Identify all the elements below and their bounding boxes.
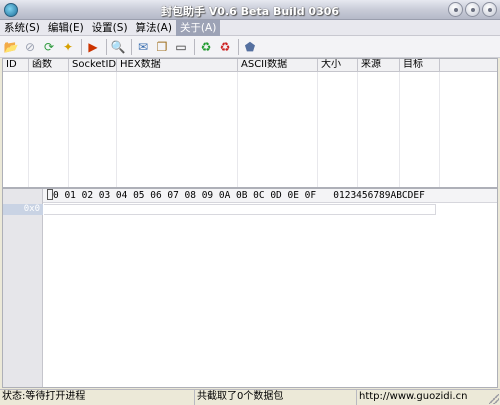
menu-edit[interactable]: 编辑(E) [44, 20, 88, 36]
column-source[interactable]: 来源 [358, 59, 400, 71]
window-controls [448, 2, 497, 17]
grid-column-line [318, 72, 358, 187]
status-url-link[interactable]: http://www.guozidi.cn [357, 390, 500, 405]
hex-ascii-columns: 0123456789ABCDEF [333, 190, 425, 201]
minimize-button[interactable] [448, 2, 463, 17]
grid-column-line [69, 72, 117, 187]
hex-offset-gutter [3, 189, 43, 387]
column-ascii-data[interactable]: ASCII数据 [238, 59, 318, 71]
shield-icon[interactable]: ⬟ [242, 39, 258, 55]
hex-byte-columns: 0 01 02 03 04 05 06 07 08 09 0A 0B 0C 0D… [53, 190, 317, 201]
toolbar-separator [131, 38, 132, 55]
open-process-icon[interactable]: 📂 [3, 39, 19, 55]
resize-grip[interactable] [489, 394, 499, 404]
recycle-red-icon[interactable]: ♻ [217, 39, 233, 55]
grid-column-line [358, 72, 400, 187]
grid-column-line [117, 72, 238, 187]
window-icon[interactable]: ▭ [173, 39, 189, 55]
hex-column-header: 0 01 02 03 04 05 06 07 08 09 0A 0B 0C 0D… [43, 189, 497, 203]
recycle-green-icon[interactable]: ♻ [198, 39, 214, 55]
column-hex-data[interactable]: HEX数据 [117, 59, 238, 71]
grid-column-line [3, 72, 29, 187]
hex-offset-label: 0x0 [3, 204, 43, 215]
column-socket-id[interactable]: SocketID [69, 59, 117, 71]
packet-list-body [3, 72, 497, 187]
toolbar: 📂 ⊘ ⟳ ✦ ▶ 🔍 ✉ ❐ ▭ ♻ ♻ ⬟ [0, 36, 500, 58]
close-button[interactable] [482, 2, 497, 17]
packet-list-header: ID 函数 SocketID HEX数据 ASCII数据 大小 来源 目标 [3, 59, 497, 72]
status-state: 状态:等待打开进程 [0, 390, 195, 405]
menu-about[interactable]: 关于(A) [175, 20, 221, 36]
menu-bar: 系统(S) 编辑(E) 设置(S) 算法(A) 关于(A) [0, 20, 500, 36]
column-filler [440, 59, 497, 71]
send-icon[interactable]: ✉ [135, 39, 151, 55]
hex-data-row[interactable] [44, 204, 436, 215]
toolbar-separator [194, 38, 195, 55]
stop-icon[interactable]: ⊘ [22, 39, 38, 55]
toolbar-separator [106, 38, 107, 55]
magnifier-icon[interactable]: 🔍 [110, 39, 126, 55]
search-bulb-icon[interactable]: ✦ [60, 39, 76, 55]
grid-column-line [238, 72, 318, 187]
grid-column-line [400, 72, 440, 187]
hex-viewer[interactable]: 0 01 02 03 04 05 06 07 08 09 0A 0B 0C 0D… [2, 188, 498, 388]
title-bar[interactable]: 封包助手 V0.6 Beta Build 0306 [0, 0, 500, 20]
column-function[interactable]: 函数 [29, 59, 69, 71]
refresh-icon[interactable]: ⟳ [41, 39, 57, 55]
menu-system[interactable]: 系统(S) [0, 20, 44, 36]
grid-column-line [29, 72, 69, 187]
maximize-button[interactable] [465, 2, 480, 17]
packet-list[interactable]: ID 函数 SocketID HEX数据 ASCII数据 大小 来源 目标 [2, 58, 498, 188]
toolbar-separator [238, 38, 239, 55]
menu-algorithm[interactable]: 算法(A) [132, 20, 176, 36]
column-size[interactable]: 大小 [318, 59, 358, 71]
menu-settings[interactable]: 设置(S) [88, 20, 132, 36]
play-icon[interactable]: ▶ [85, 39, 101, 55]
column-destination[interactable]: 目标 [400, 59, 440, 71]
status-packet-count: 共截取了0个数据包 [195, 390, 357, 405]
column-id[interactable]: ID [3, 59, 29, 71]
copy-icon[interactable]: ❐ [154, 39, 170, 55]
window-title: 封包助手 V0.6 Beta Build 0306 [160, 5, 340, 18]
toolbar-separator [81, 38, 82, 55]
status-bar: 状态:等待打开进程 共截取了0个数据包 http://www.guozidi.c… [0, 389, 500, 405]
